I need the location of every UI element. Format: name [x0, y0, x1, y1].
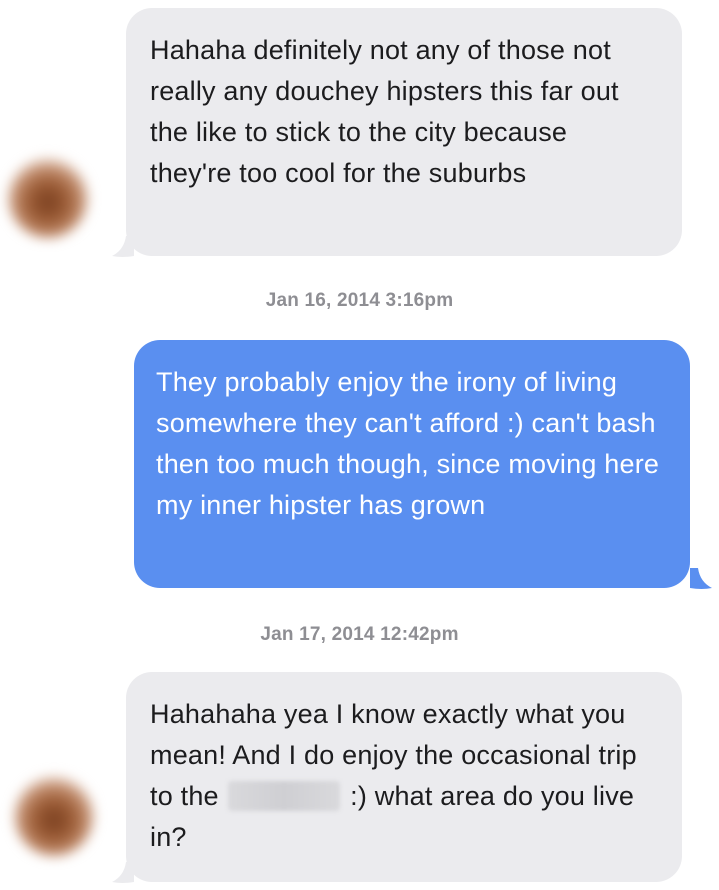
- bubble-tail: [112, 236, 134, 257]
- redacted-place-name: [228, 781, 341, 811]
- bubble-tail: [112, 862, 134, 883]
- message-text: They probably enjoy the irony of living …: [156, 367, 660, 520]
- received-message-bubble[interactable]: Hahaha definitely not any of those not r…: [126, 8, 682, 256]
- message-text: Hahaha definitely not any of those not r…: [150, 35, 619, 188]
- received-message-bubble[interactable]: Hahahaha yea I know exactly what you mea…: [126, 672, 682, 882]
- contact-avatar[interactable]: [14, 776, 94, 856]
- bubble-tail: [690, 568, 712, 589]
- sent-message-bubble[interactable]: They probably enjoy the irony of living …: [134, 340, 690, 588]
- message-text: Hahahaha yea I know exactly what you mea…: [150, 694, 662, 858]
- contact-avatar[interactable]: [8, 158, 88, 238]
- message-timestamp: Jan 17, 2014 12:42pm: [260, 624, 459, 645]
- message-text-after: :) what area do you live in?: [150, 781, 635, 852]
- message-thread: Hahaha definitely not any of those not r…: [0, 0, 719, 890]
- message-timestamp: Jan 16, 2014 3:16pm: [265, 290, 454, 311]
